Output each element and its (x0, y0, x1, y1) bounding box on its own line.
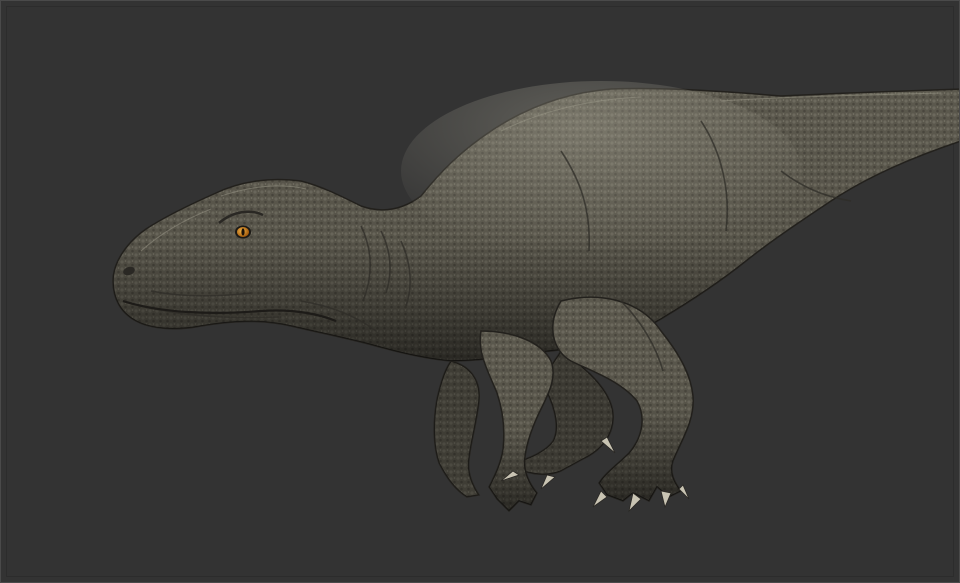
near-front-leg (479, 330, 554, 513)
dinosaur-render (112, 81, 959, 513)
body (112, 81, 959, 362)
viewport[interactable] (0, 0, 960, 583)
eye (235, 225, 251, 239)
